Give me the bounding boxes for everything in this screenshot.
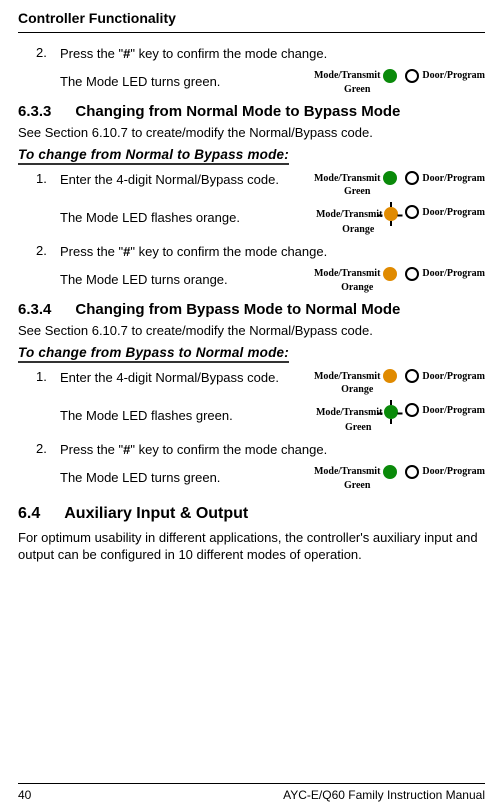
led-turns-green-row-2: The Mode LED turns green. Mode/Transmit … <box>18 465 485 491</box>
section-number: 6.3.3 <box>18 103 51 120</box>
door-program-label: Door/Program <box>422 70 485 81</box>
mode-transmit-label: Mode/Transmit <box>316 407 382 418</box>
section-title: Changing from Normal Mode to Bypass Mode <box>75 103 400 120</box>
step-number: 2. <box>36 243 60 258</box>
led-diagram: Mode/Transmit Green Door/Program <box>285 403 485 433</box>
step-text: Enter the 4-digit Normal/Bypass code. <box>60 171 285 189</box>
led-flashes-green-row: The Mode LED flashes green. Mode/Transmi… <box>18 403 485 433</box>
aux-para: For optimum usability in different appli… <box>18 529 485 564</box>
mode-transmit-label: Mode/Transmit <box>314 466 380 477</box>
step2-text-a: Press the " <box>60 442 123 457</box>
led-diagram: Mode/Transmit Green Door/Program <box>285 465 485 491</box>
see-reference: See Section 6.10.7 to create/modify the … <box>18 124 485 142</box>
step2-text-a: Press the " <box>60 46 123 61</box>
step-number: 2. <box>36 45 60 60</box>
color-green: Green <box>344 186 370 197</box>
door-program-label: Door/Program <box>422 268 485 279</box>
manual-title: AYC-E/Q60 Family Instruction Manual <box>283 788 485 802</box>
color-orange: Orange <box>342 224 374 235</box>
step-number: 2. <box>36 441 60 456</box>
section-634-heading: 6.3.4 Changing from Bypass Mode to Norma… <box>18 301 485 318</box>
procedure-title-b2n: To change from Bypass to Normal mode: <box>18 345 485 363</box>
section-number: 6.3.4 <box>18 301 51 318</box>
procedure-title-n2b: To change from Normal to Bypass mode: <box>18 147 485 165</box>
led-diagram: Mode/Transmit Orange Door/Program <box>285 267 485 293</box>
led-text: The Mode LED turns orange. <box>60 267 285 289</box>
led-hollow-icon <box>405 403 419 417</box>
led-diagram: Mode/Transmit Green Door/Program <box>285 69 485 95</box>
step-1-n2b: 1. Enter the 4-digit Normal/Bypass code.… <box>18 171 485 197</box>
color-green: Green <box>344 480 370 491</box>
step2-text-b: " key to confirm the mode change. <box>130 244 327 259</box>
step-number: 1. <box>36 369 60 384</box>
led-hollow-icon <box>405 69 419 83</box>
led-hollow-icon <box>405 171 419 185</box>
led-hollow-icon <box>405 267 419 281</box>
step-text: Press the "#" key to confirm the mode ch… <box>60 441 485 459</box>
step-text: Enter the 4-digit Normal/Bypass code. <box>60 369 285 387</box>
led-flash-green-icon <box>382 403 400 421</box>
step-text: Press the "#" key to confirm the mode ch… <box>60 243 485 261</box>
color-green: Green <box>345 422 371 433</box>
step-2-row: 2. Press the "#" key to confirm the mode… <box>18 441 485 459</box>
procedure-title-text: To change from Bypass to Normal mode: <box>18 345 289 363</box>
led-green-icon <box>383 171 397 185</box>
door-program-label: Door/Program <box>422 371 485 382</box>
mode-transmit-label: Mode/Transmit <box>314 268 380 279</box>
color-orange: Orange <box>341 282 373 293</box>
page-number: 40 <box>18 788 31 802</box>
led-turns-green-row: The Mode LED turns green. Mode/Transmit … <box>18 69 485 95</box>
page-header: Controller Functionality <box>18 10 485 26</box>
led-hollow-icon <box>405 465 419 479</box>
led-orange-icon <box>383 267 397 281</box>
led-diagram: Mode/Transmit Orange Door/Program <box>285 369 485 395</box>
section-title: Auxiliary Input & Output <box>64 505 248 523</box>
section-633-heading: 6.3.3 Changing from Normal Mode to Bypas… <box>18 103 485 120</box>
led-turns-orange-row: The Mode LED turns orange. Mode/Transmit… <box>18 267 485 293</box>
door-program-label: Door/Program <box>422 173 485 184</box>
led-flashes-orange-row: The Mode LED flashes orange. Mode/Transm… <box>18 205 485 235</box>
step2-text-b: " key to confirm the mode change. <box>130 46 327 61</box>
led-orange-icon <box>383 369 397 383</box>
color-green: Green <box>344 84 370 95</box>
step-1-b2n: 1. Enter the 4-digit Normal/Bypass code.… <box>18 369 485 395</box>
door-program-label: Door/Program <box>422 207 485 218</box>
section-number: 6.4 <box>18 505 40 523</box>
led-hollow-icon <box>405 369 419 383</box>
color-orange: Orange <box>341 384 373 395</box>
mode-transmit-label: Mode/Transmit <box>314 371 380 382</box>
led-text: The Mode LED turns green. <box>60 465 285 487</box>
door-program-label: Door/Program <box>422 466 485 477</box>
led-flash-orange-icon <box>382 205 400 223</box>
see-reference: See Section 6.10.7 to create/modify the … <box>18 322 485 340</box>
page-footer: 40 AYC-E/Q60 Family Instruction Manual <box>18 783 485 802</box>
mode-transmit-label: Mode/Transmit <box>316 209 382 220</box>
step-text: Press the "#" key to confirm the mode ch… <box>60 45 485 63</box>
step-2-row: 2. Press the "#" key to confirm the mode… <box>18 45 485 63</box>
led-diagram: Mode/Transmit Orange Door/Program <box>285 205 485 235</box>
step2-text-a: Press the " <box>60 244 123 259</box>
led-green-icon <box>383 69 397 83</box>
section-64-heading: 6.4 Auxiliary Input & Output <box>18 505 485 523</box>
mode-transmit-label: Mode/Transmit <box>314 70 380 81</box>
step-number: 1. <box>36 171 60 186</box>
led-text: The Mode LED flashes green. <box>60 403 285 425</box>
led-green-icon <box>383 465 397 479</box>
led-text: The Mode LED turns green. <box>60 69 285 91</box>
led-hollow-icon <box>405 205 419 219</box>
step-2-row: 2. Press the "#" key to confirm the mode… <box>18 243 485 261</box>
mode-transmit-label: Mode/Transmit <box>314 173 380 184</box>
section-title: Changing from Bypass Mode to Normal Mode <box>75 301 400 318</box>
procedure-title-text: To change from Normal to Bypass mode: <box>18 147 289 165</box>
led-diagram: Mode/Transmit Green Door/Program <box>285 171 485 197</box>
door-program-label: Door/Program <box>422 405 485 416</box>
led-text: The Mode LED flashes orange. <box>60 205 285 227</box>
header-rule <box>18 32 485 33</box>
step2-text-b: " key to confirm the mode change. <box>130 442 327 457</box>
